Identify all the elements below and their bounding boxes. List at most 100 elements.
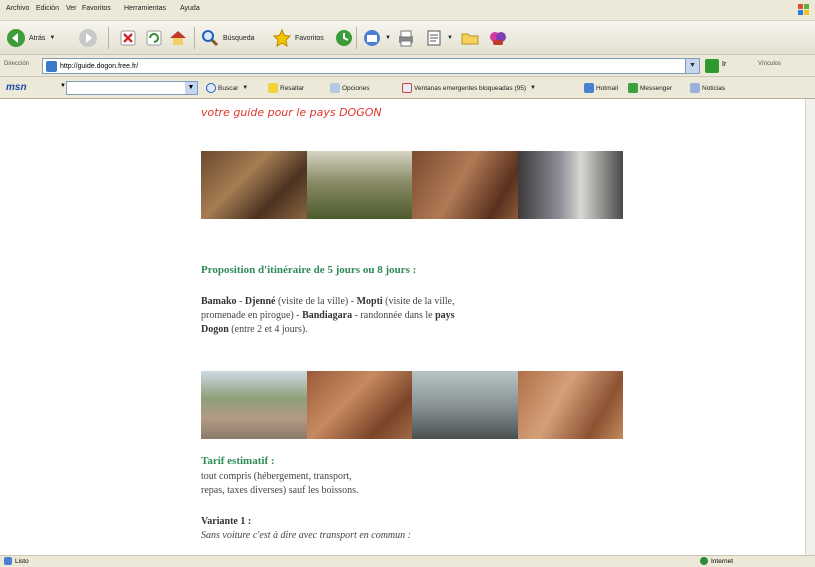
- vertical-scrollbar[interactable]: [805, 99, 815, 555]
- address-label: Dirección: [4, 61, 30, 67]
- chevron-down-icon[interactable]: ▼: [185, 82, 197, 94]
- menu-file[interactable]: Archivo: [6, 5, 29, 12]
- menu-help[interactable]: Ayuda: [180, 5, 200, 12]
- chevron-down-icon[interactable]: ▼: [49, 35, 55, 41]
- refresh-button[interactable]: [144, 26, 167, 50]
- go-button[interactable]: Ir: [722, 61, 726, 68]
- menu-favorites[interactable]: Favoritos: [82, 5, 111, 12]
- variante-text: Sans voiture c'est à dire avec transport…: [201, 530, 411, 541]
- mail-icon: [364, 30, 380, 46]
- tarif-text-line-1: tout compris (hébergement, transport,: [201, 471, 352, 482]
- refresh-icon: [146, 30, 162, 46]
- messenger-icon: [490, 32, 506, 45]
- messenger-label: Messenger: [640, 84, 673, 92]
- standard-toolbar: Atrás ▼ Búsqueda Favoritos ▼ ▼: [0, 21, 815, 55]
- toolbar-separator: [108, 27, 109, 49]
- back-arrow-icon: [7, 29, 25, 47]
- menu-tools[interactable]: Herramientas: [124, 5, 166, 12]
- itinerary-text: Bamako - Djenné (visite de la ville) - M…: [201, 295, 461, 337]
- news-label: Noticias: [702, 84, 726, 92]
- printer-icon: [399, 30, 413, 47]
- stop-button[interactable]: [118, 26, 141, 50]
- status-text: Listo: [15, 557, 29, 565]
- page-tagline: votre guide pour le pays DOGON: [201, 106, 382, 119]
- menu-bar: Archivo Edición Ver Favoritos Herramient…: [0, 0, 815, 21]
- back-button[interactable]: Atrás ▼: [6, 26, 55, 50]
- msn-search-button[interactable]: Buscar ▼: [206, 83, 248, 93]
- folder-button[interactable]: [460, 26, 483, 50]
- favorites-label: Favoritos: [295, 34, 324, 42]
- menu-edit[interactable]: Edición: [36, 5, 59, 12]
- photo-dogon-village: [517, 371, 623, 439]
- photo-road: [201, 371, 307, 439]
- mail-button[interactable]: ▼: [362, 26, 391, 50]
- tarif-heading: Tarif estimatif :: [201, 455, 275, 467]
- search-label: Búsqueda: [223, 34, 255, 42]
- news-button[interactable]: Noticias: [690, 83, 725, 93]
- photo-blanket-weaver: [517, 151, 623, 219]
- address-url: http://guide.dogon.free.fr/: [60, 62, 139, 70]
- zone-text: Internet: [711, 557, 734, 565]
- status-left: Listo: [4, 557, 29, 565]
- photo-market-women: [306, 151, 412, 219]
- search-icon: [202, 30, 219, 47]
- home-icon: [170, 31, 186, 45]
- home-button[interactable]: [168, 26, 191, 50]
- hotmail-label: Hotmail: [596, 84, 619, 92]
- messenger-toolbar-button[interactable]: [488, 26, 511, 50]
- variante-label: Variante 1 :: [201, 516, 252, 527]
- back-label: Atrás: [29, 34, 46, 42]
- forward-button[interactable]: [78, 26, 101, 50]
- address-input[interactable]: http://guide.dogon.free.fr/ ▼: [42, 58, 700, 74]
- stop-icon: [120, 30, 136, 46]
- popup-blocker-button[interactable]: Ventanas emergentes bloqueadas (95) ▼: [402, 83, 536, 93]
- photo-djenne-mosque: [306, 371, 412, 439]
- photo-strip-bottom: [201, 371, 623, 439]
- highlighter-icon: [268, 83, 278, 93]
- msn-search-label: Buscar: [218, 84, 239, 92]
- page-content: votre guide pour le pays DOGON Propositi…: [0, 99, 805, 555]
- djenne-note: (visite de la ville) -: [275, 296, 357, 307]
- options-icon: [330, 83, 340, 93]
- chevron-down-icon[interactable]: ▼: [685, 59, 699, 73]
- go-arrow-icon[interactable]: [705, 59, 719, 73]
- globe-icon: [700, 557, 708, 565]
- place-djenne: Djenné: [244, 296, 276, 307]
- options-button[interactable]: Opciones: [330, 83, 369, 93]
- chevron-down-icon[interactable]: ▼: [385, 35, 391, 41]
- photo-carved-door: [412, 151, 518, 219]
- forward-arrow-icon: [79, 29, 97, 47]
- photo-pirogue: [412, 371, 518, 439]
- chevron-down-icon[interactable]: ▼: [530, 85, 536, 91]
- highlight-label: Resaltar: [280, 84, 305, 92]
- popup-blocker-label: Ventanas emergentes bloqueadas (95): [414, 84, 527, 92]
- print-button[interactable]: [396, 26, 419, 50]
- msn-logo[interactable]: msn: [6, 82, 27, 93]
- hotmail-button[interactable]: Hotmail: [584, 83, 618, 93]
- favorites-button[interactable]: Favoritos: [272, 26, 324, 50]
- page-status-icon: [4, 557, 12, 565]
- chevron-down-icon[interactable]: ▼: [242, 85, 248, 91]
- highlight-button[interactable]: Resaltar: [268, 83, 304, 93]
- status-bar: Listo Internet: [0, 555, 815, 567]
- popup-blocked-icon: [402, 83, 412, 93]
- messenger-button[interactable]: Messenger: [628, 83, 672, 93]
- place-bamako: Bamako: [201, 296, 237, 307]
- place-bandiagara: Bandiagara: [302, 310, 353, 321]
- edit-button[interactable]: ▼: [424, 26, 453, 50]
- search-icon: [206, 83, 216, 93]
- msn-search-input[interactable]: ▼: [66, 81, 198, 95]
- chevron-down-icon[interactable]: ▼: [447, 35, 453, 41]
- search-button[interactable]: Búsqueda: [200, 26, 255, 50]
- links-button[interactable]: Vínculos: [758, 61, 781, 67]
- folder-icon: [461, 33, 479, 45]
- history-button[interactable]: [334, 26, 357, 50]
- tarif-text-line-2: repas, taxes diverses) sauf les boissons…: [201, 485, 359, 496]
- menu-view[interactable]: Ver: [66, 5, 77, 12]
- status-zone: Internet: [700, 557, 733, 565]
- hotmail-icon: [584, 83, 594, 93]
- msn-toolbar: msn ▼ ▼ Buscar ▼ Resaltar Opciones Venta…: [0, 77, 815, 99]
- itinerary-separator: -: [236, 296, 245, 307]
- browser-window: Archivo Edición Ver Favoritos Herramient…: [0, 0, 815, 567]
- messenger-icon: [628, 83, 638, 93]
